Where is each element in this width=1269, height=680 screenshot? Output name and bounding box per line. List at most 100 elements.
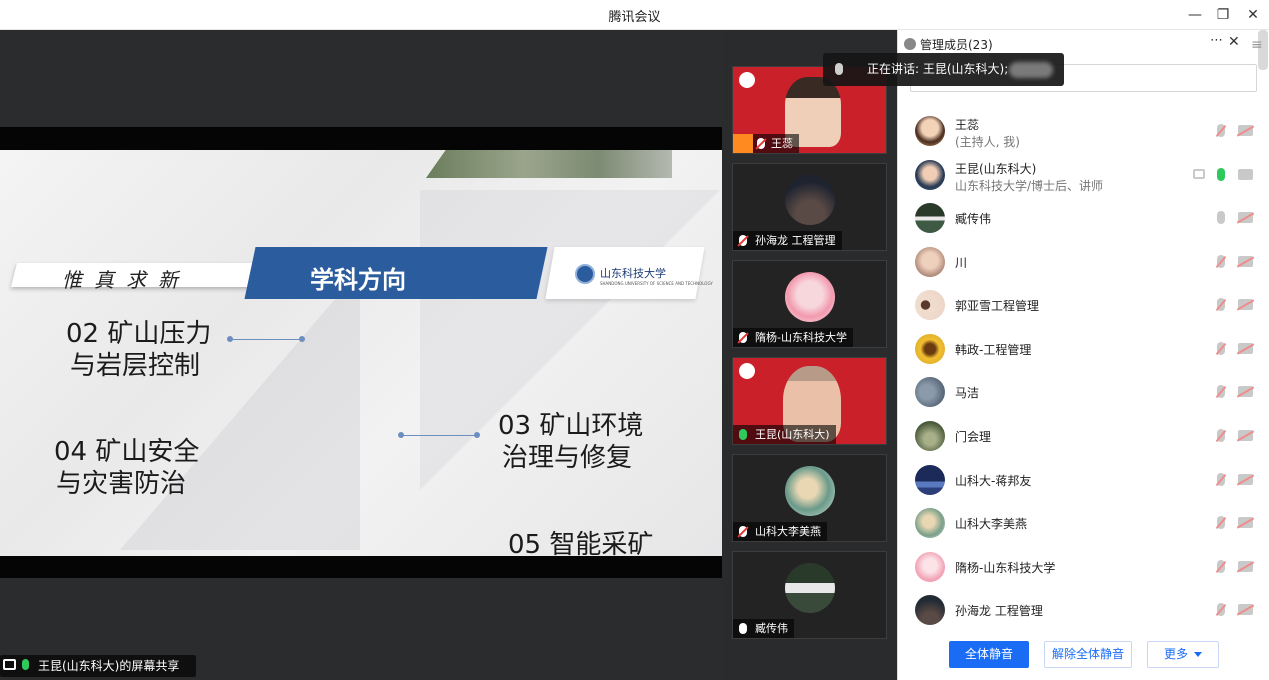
slide-item-03: 03 矿山环境 治理与修复 (498, 411, 644, 473)
camera-off-icon[interactable] (1238, 430, 1253, 441)
slide-item-05: 05 智能采矿 (508, 530, 654, 556)
mic-muted-icon[interactable] (1217, 255, 1225, 268)
member-row[interactable]: 郭亚雪工程管理 (898, 285, 1258, 325)
menu-icon[interactable]: ≡ (1251, 37, 1263, 53)
member-avatar (915, 595, 945, 625)
university-logo-sub: SHANDONG UNIVERSITY OF SCIENCE AND TECHN… (600, 281, 713, 286)
close-window-button[interactable]: ✕ (1242, 4, 1264, 26)
video-gallery: 王蕊 孙海龙 工程管理 隋杨-山东科技大学 王昆(山东科大) 山科大李美燕 臧传… (722, 30, 897, 680)
member-avatar (915, 290, 945, 320)
mic-active-icon (22, 659, 29, 670)
member-row[interactable]: 王蕊 (主持人, 我) (898, 111, 1258, 151)
member-name: 川 (955, 256, 968, 270)
mic-muted-icon[interactable] (1217, 298, 1225, 311)
more-options-button[interactable]: ⋯ (1210, 33, 1223, 48)
camera-off-icon[interactable] (1238, 212, 1253, 223)
member-row[interactable]: 王昆(山东科大) 山东科技大学/博士后、讲师 (898, 155, 1258, 195)
camera-icon[interactable] (1238, 169, 1253, 180)
member-avatar (915, 116, 945, 146)
mic-muted-icon[interactable] (1217, 560, 1225, 573)
member-name: 韩政-工程管理 (955, 343, 1032, 357)
campus-photo (426, 150, 672, 178)
screen-share-icon (1193, 169, 1205, 179)
video-tile[interactable]: 王昆(山东科大) (732, 357, 887, 445)
member-avatar (915, 160, 945, 190)
member-row[interactable]: 门会理 (898, 416, 1258, 456)
member-row[interactable]: 孙海龙 工程管理 (898, 590, 1258, 630)
member-row[interactable]: 隋杨-山东科技大学 (898, 547, 1258, 587)
member-panel-title: 管理成员(23) (920, 38, 993, 52)
mic-muted-icon[interactable] (1217, 473, 1225, 486)
member-name: 马洁 (955, 386, 980, 400)
window-title: 腾讯会议 (608, 10, 661, 25)
member-row[interactable]: 山科大李美燕 (898, 503, 1258, 543)
mic-active-icon (739, 429, 747, 440)
member-name: 门会理 (955, 430, 992, 444)
video-tile[interactable]: 孙海龙 工程管理 (732, 163, 887, 251)
member-avatar (915, 203, 945, 233)
video-tile-name: 臧传伟 (755, 622, 788, 635)
member-panel: 管理成员(23) ⋯ ✕ 王蕊 (主持人, 我) 王昆(山东科大) 山东科技大学… (897, 30, 1269, 680)
camera-off-icon[interactable] (1238, 474, 1253, 485)
participant-avatar (785, 563, 835, 613)
restore-button[interactable]: ❐ (1212, 4, 1234, 26)
camera-off-icon[interactable] (1238, 517, 1253, 528)
camera-off-icon[interactable] (1238, 386, 1253, 397)
camera-off-icon[interactable] (1238, 604, 1253, 615)
mute-all-button[interactable]: 全体静音 (949, 641, 1029, 668)
member-row[interactable]: 山科大-蒋邦友 (898, 460, 1258, 500)
university-logo-icon (575, 264, 595, 284)
member-row[interactable]: 川 (898, 242, 1258, 282)
mic-muted-icon (739, 332, 747, 343)
mic-muted-icon (739, 235, 747, 246)
minimize-button[interactable]: — (1184, 4, 1206, 26)
video-tile-name: 山科大李美燕 (755, 525, 821, 538)
participant-avatar (785, 466, 835, 516)
mic-muted-icon (757, 138, 765, 149)
unmute-all-button[interactable]: 解除全体静音 (1044, 641, 1132, 668)
mic-active-icon[interactable] (1217, 168, 1225, 181)
more-button[interactable]: 更多 (1147, 641, 1219, 668)
title-bar: 腾讯会议 — ❐ ✕ (0, 0, 1269, 30)
video-tile[interactable]: 山科大李美燕 (732, 454, 887, 542)
camera-off-icon[interactable] (1238, 561, 1253, 572)
member-name: 王昆(山东科大) (955, 162, 1037, 176)
member-avatar (915, 377, 945, 407)
participant-avatar (785, 272, 835, 322)
mic-muted-icon[interactable] (1217, 124, 1225, 137)
member-row[interactable]: 韩政-工程管理 (898, 329, 1258, 369)
participant-avatar (785, 175, 835, 225)
shared-slide: 惟真求新 学科方向 山东科技大学 SHANDONG UNIVERSITY OF … (0, 150, 722, 556)
host-badge-icon (733, 134, 753, 153)
member-name: 山科大-蒋邦友 (955, 474, 1032, 488)
mic-muted-icon[interactable] (1217, 603, 1225, 616)
video-tile[interactable]: 臧传伟 (732, 551, 887, 639)
mic-muted-icon[interactable] (1217, 516, 1225, 529)
video-tile[interactable]: 隋杨-山东科技大学 (732, 260, 887, 348)
screen-share-status[interactable]: 王昆(山东科大)的屏幕共享 (0, 655, 196, 677)
member-avatar (915, 552, 945, 582)
mic-icon (739, 623, 747, 634)
mic-muted-icon[interactable] (1217, 385, 1225, 398)
member-name: 山科大李美燕 (955, 517, 1028, 531)
person-icon (904, 38, 916, 50)
camera-off-icon[interactable] (1238, 256, 1253, 267)
mic-muted-icon[interactable] (1217, 429, 1225, 442)
screen-share-label: 王昆(山东科大)的屏幕共享 (38, 659, 180, 673)
mic-icon[interactable] (1217, 211, 1225, 224)
chevron-down-icon (1194, 652, 1202, 657)
camera-off-icon[interactable] (1238, 299, 1253, 310)
close-panel-button[interactable]: ✕ (1228, 34, 1240, 50)
letterbox-bottom (0, 556, 722, 578)
camera-off-icon[interactable] (1238, 125, 1253, 136)
camera-off-icon[interactable] (1238, 343, 1253, 354)
member-avatar (915, 334, 945, 364)
mic-muted-icon[interactable] (1217, 342, 1225, 355)
university-logo-icon (739, 72, 755, 88)
slide-item-04: 04 矿山安全 与灾害防治 (54, 437, 200, 499)
university-logo-icon (739, 363, 755, 379)
member-row[interactable]: 马洁 (898, 372, 1258, 412)
member-row[interactable]: 臧传伟 (898, 198, 1258, 238)
mic-muted-icon (739, 526, 747, 537)
video-tile-name: 隋杨-山东科技大学 (755, 331, 847, 344)
